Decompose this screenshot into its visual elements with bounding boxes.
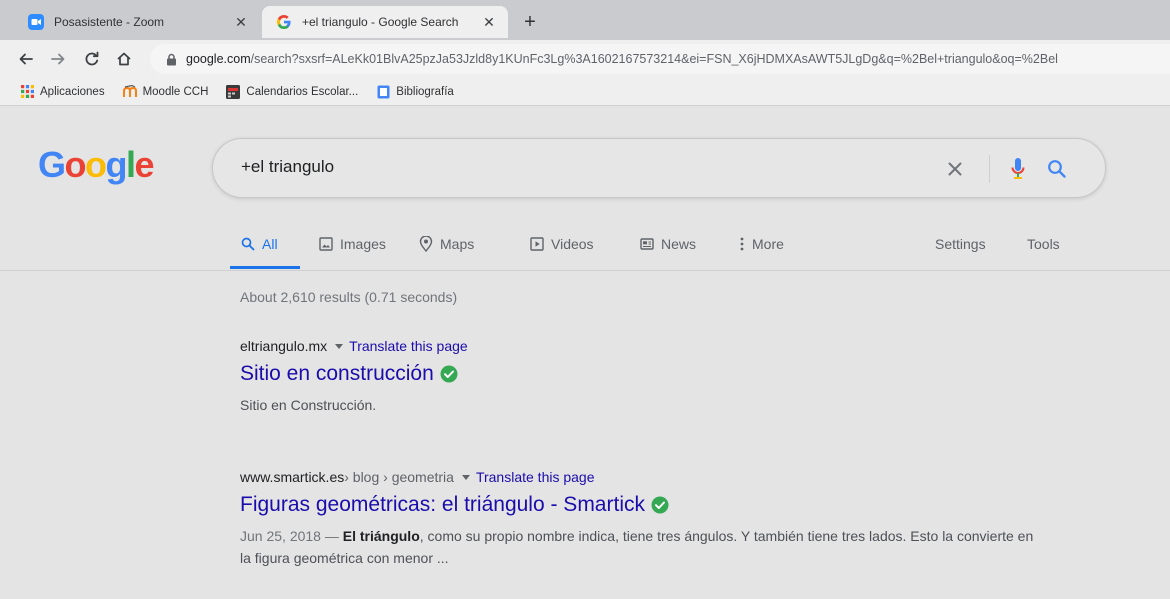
- tab-zoom[interactable]: Posasistente - Zoom ✕: [14, 6, 260, 38]
- logo-letter: o: [85, 144, 107, 185]
- verified-check-icon: [440, 365, 458, 383]
- result-stats: About 2,610 results (0.71 seconds): [240, 289, 458, 305]
- google-results-page: Google +el triangulo All Images Maps Vid…: [0, 106, 1170, 599]
- search-divider: [989, 155, 990, 183]
- translate-link[interactable]: Translate this page: [349, 338, 468, 354]
- image-icon: [318, 236, 334, 252]
- calendar-icon: [226, 84, 241, 99]
- reload-icon: [85, 51, 99, 66]
- translate-link[interactable]: Translate this page: [476, 469, 595, 485]
- search-input[interactable]: +el triangulo: [241, 157, 334, 177]
- active-tab-indicator: [230, 266, 300, 269]
- document-icon: [376, 85, 390, 99]
- clear-icon[interactable]: [943, 157, 967, 181]
- bookmark-label: Moodle CCH: [142, 85, 209, 98]
- result-title-link[interactable]: Sitio en construcción: [240, 362, 1100, 386]
- browser-toolbar: google.com/search?sxsrf=ALeKk01BlvA25pzJ…: [0, 40, 1170, 78]
- bookmarks-bar: Aplicaciones Moodle CCH Calendarios Esco…: [0, 78, 1170, 106]
- logo-letter: g: [105, 144, 128, 185]
- newspaper-icon: [639, 236, 655, 252]
- search-result: eltriangulo.mx Translate this page Sitio…: [240, 338, 1100, 416]
- reload-button[interactable]: [80, 47, 104, 71]
- arrow-right-icon: [51, 53, 65, 65]
- result-title-link[interactable]: Figuras geométricas: el triángulo - Smar…: [240, 493, 1100, 517]
- url-text: google.com/search?sxsrf=ALeKk01BlvA25pzJ…: [186, 52, 1058, 66]
- home-icon: [117, 52, 131, 66]
- logo-letter: o: [64, 144, 87, 185]
- logo-letter: l: [126, 144, 136, 185]
- microphone-icon[interactable]: [1006, 157, 1030, 181]
- dropdown-arrow-icon[interactable]: [461, 474, 470, 480]
- search-box[interactable]: +el triangulo: [212, 138, 1106, 198]
- close-icon[interactable]: ✕: [480, 13, 498, 31]
- logo-letter: G: [38, 144, 66, 185]
- tab-images[interactable]: Images: [318, 232, 386, 256]
- tab-maps[interactable]: Maps: [418, 232, 474, 256]
- tab-videos[interactable]: Videos: [529, 232, 594, 256]
- bookmark-moodle-cch[interactable]: Moodle CCH: [122, 85, 209, 99]
- close-icon[interactable]: ✕: [232, 13, 250, 31]
- dropdown-arrow-icon[interactable]: [335, 343, 344, 349]
- result-url[interactable]: www.smartick.es › blog › geometria Trans…: [240, 469, 1100, 485]
- google-g-icon: [276, 14, 292, 30]
- tab-more[interactable]: More: [738, 232, 784, 256]
- result-snippet: Sitio en Construcción.: [240, 397, 377, 413]
- back-button[interactable]: [14, 47, 38, 71]
- tab-news[interactable]: News: [639, 232, 696, 256]
- result-url[interactable]: eltriangulo.mx Translate this page: [240, 338, 1100, 354]
- address-bar[interactable]: google.com/search?sxsrf=ALeKk01BlvA25pzJ…: [150, 44, 1170, 74]
- tab-all[interactable]: All: [240, 232, 278, 256]
- zoom-icon: [28, 14, 44, 30]
- browser-window: Posasistente - Zoom ✕ +el triangulo - Go…: [0, 0, 1170, 599]
- forward-button[interactable]: [46, 47, 70, 71]
- google-logo[interactable]: Google: [38, 144, 155, 186]
- logo-letter: e: [134, 144, 155, 185]
- bookmark-label: Bibliografía: [396, 85, 454, 98]
- arrow-left-icon: [19, 53, 33, 65]
- result-snippet: Jun 25, 2018 — El triángulo, como su pro…: [240, 528, 1034, 566]
- moodle-icon: [122, 85, 137, 99]
- play-icon: [529, 236, 545, 252]
- tab-settings[interactable]: Settings: [935, 232, 986, 256]
- search-icon[interactable]: [1045, 157, 1069, 181]
- verified-check-icon: [651, 496, 669, 514]
- new-tab-button[interactable]: +: [516, 10, 544, 34]
- bookmark-calendarios[interactable]: Calendarios Escolar...: [226, 84, 359, 99]
- bookmark-label: Calendarios Escolar...: [246, 85, 359, 98]
- tab-google-search[interactable]: +el triangulo - Google Search ✕: [262, 6, 508, 38]
- bookmark-bibliografia[interactable]: Bibliografía: [376, 85, 454, 99]
- tab-title: Posasistente - Zoom: [54, 15, 165, 29]
- search-tabs: All Images Maps Videos News More Setting…: [0, 224, 1170, 270]
- tabs-divider: [0, 270, 1170, 271]
- search-icon: [240, 236, 256, 252]
- bookmark-label: Aplicaciones: [40, 85, 105, 98]
- bookmark-aplicaciones[interactable]: Aplicaciones: [20, 85, 105, 99]
- tab-title: +el triangulo - Google Search: [302, 15, 459, 29]
- lock-icon: [164, 52, 178, 66]
- home-button[interactable]: [112, 47, 136, 71]
- tab-tools[interactable]: Tools: [1027, 232, 1060, 256]
- search-result: www.smartick.es › blog › geometria Trans…: [240, 469, 1100, 569]
- more-vertical-icon: [738, 236, 746, 252]
- tab-strip: Posasistente - Zoom ✕ +el triangulo - Go…: [0, 0, 1170, 40]
- apps-grid-icon: [20, 85, 34, 99]
- map-pin-icon: [418, 236, 434, 252]
